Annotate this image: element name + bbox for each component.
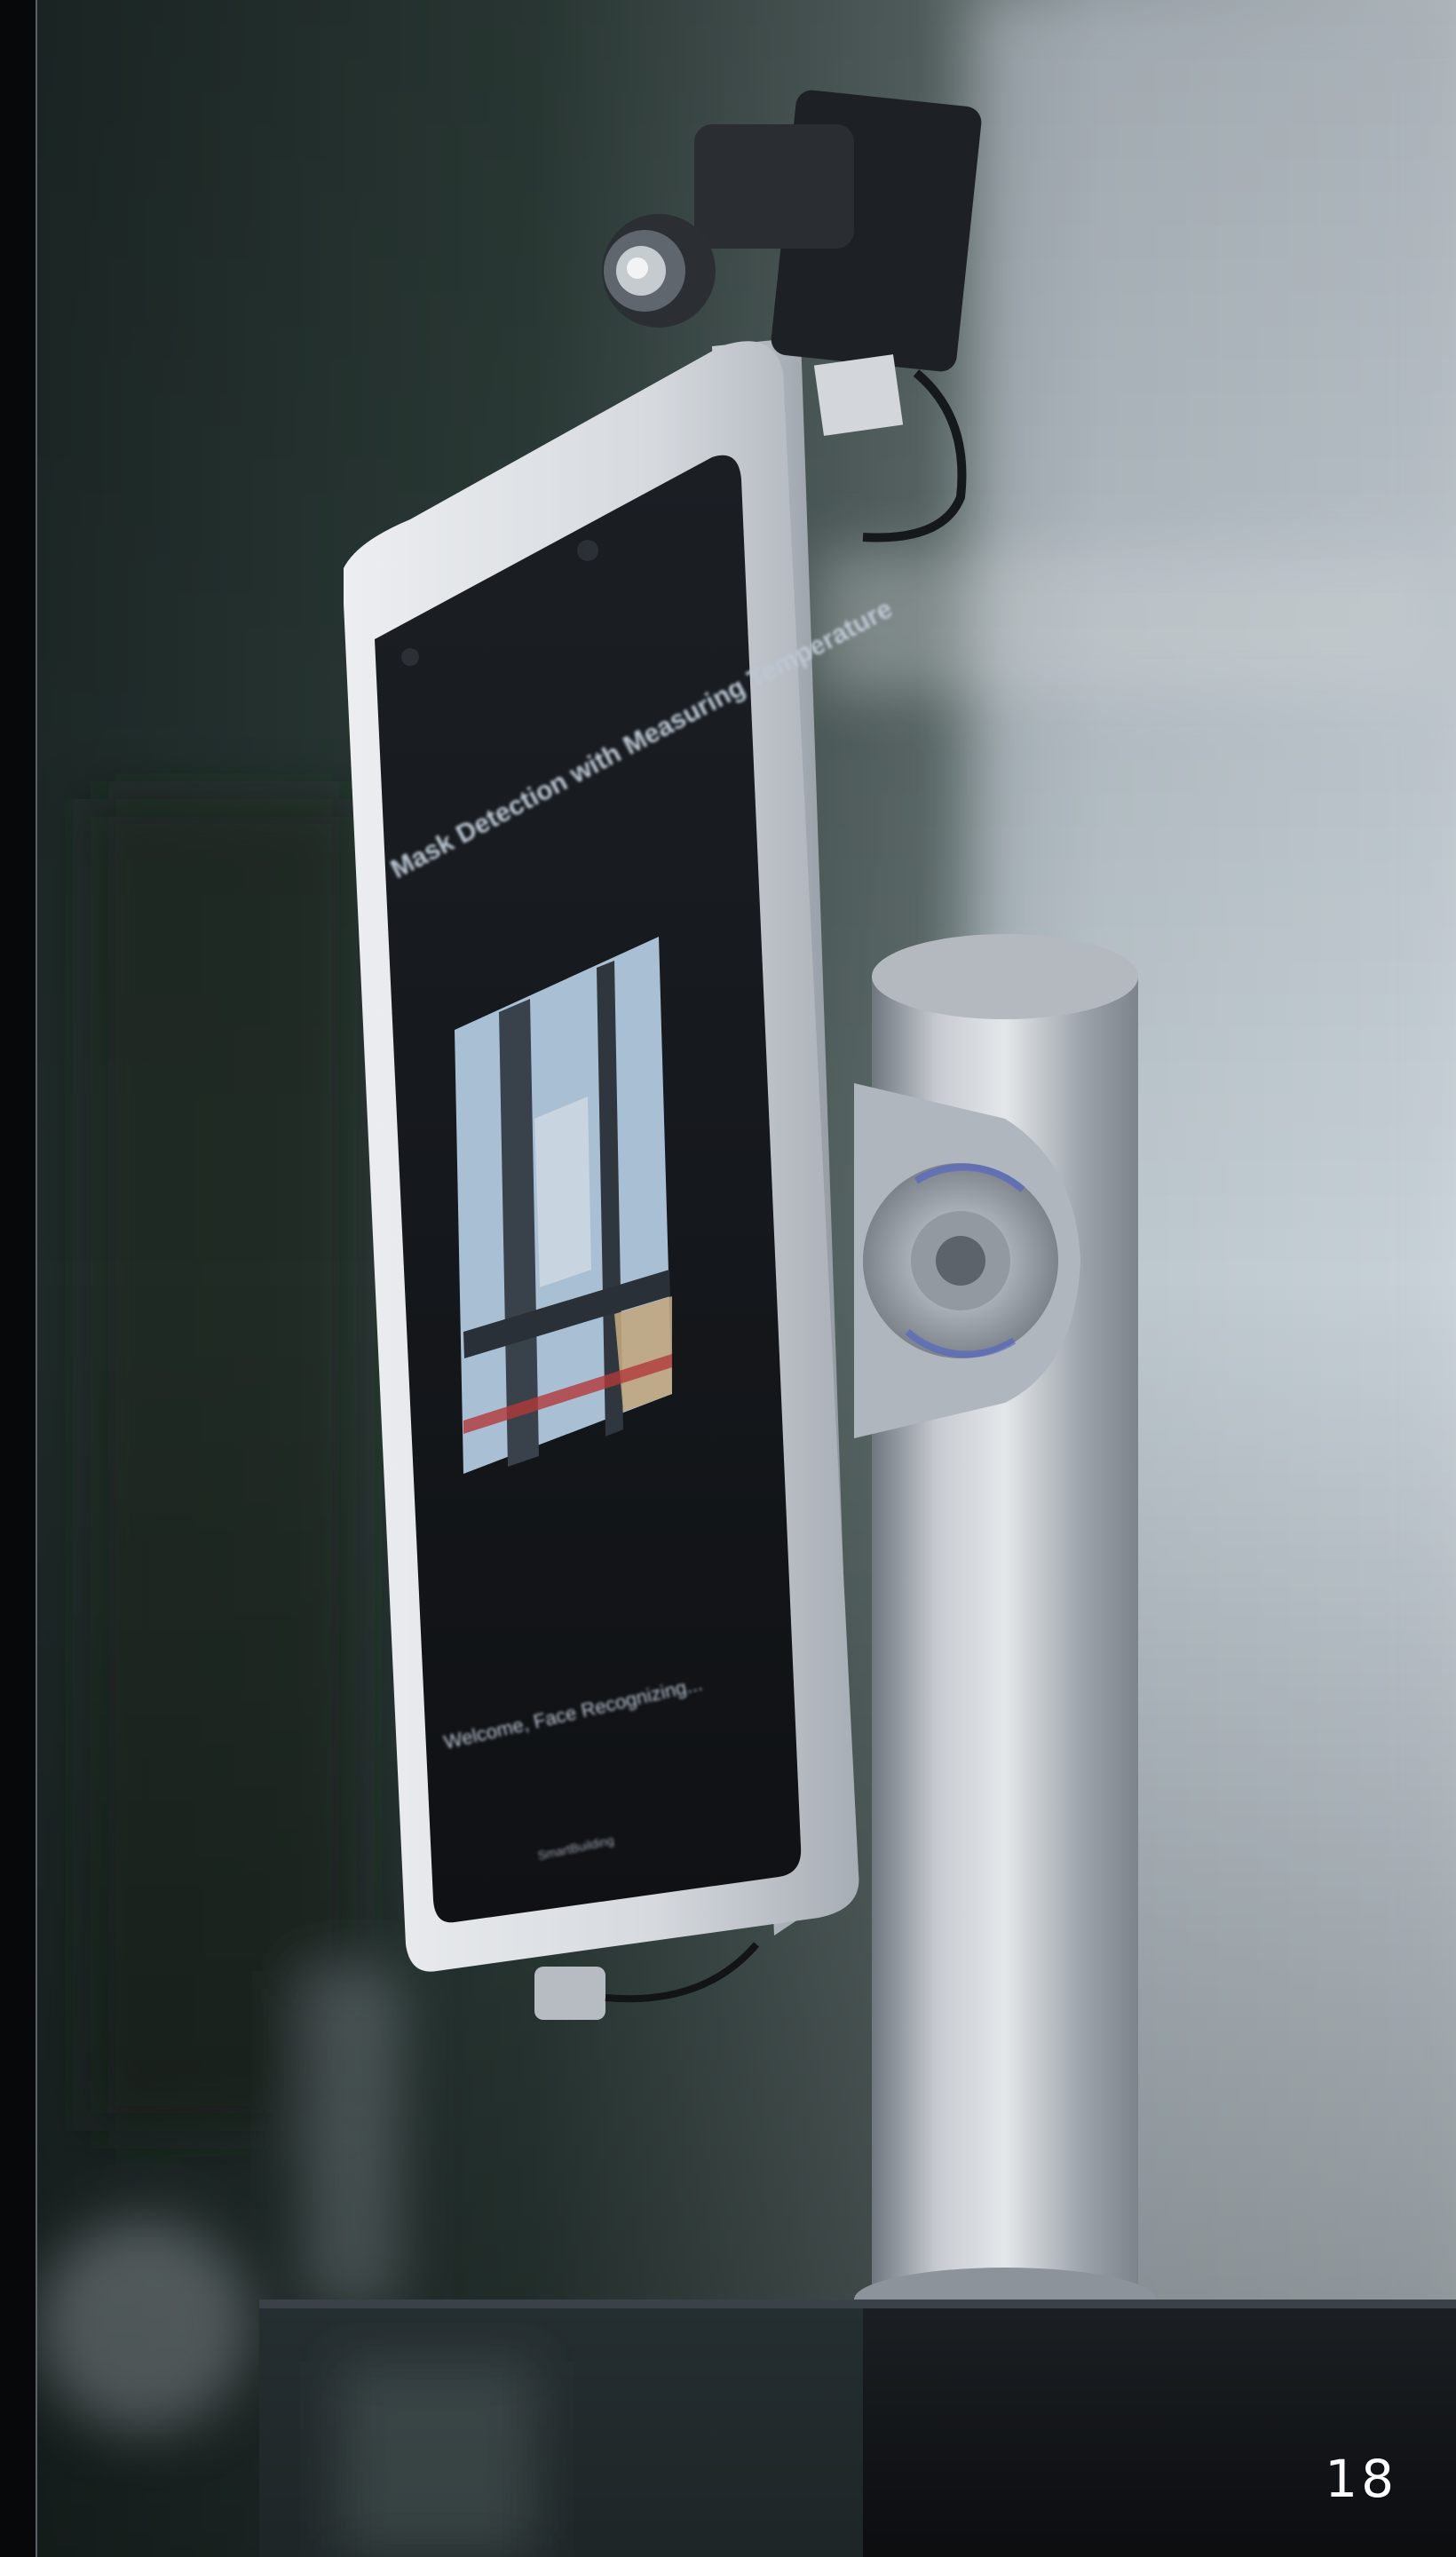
front-camera-dot-right <box>577 540 598 561</box>
page-number: 18 <box>1325 2449 1397 2509</box>
front-camera-dot-left <box>401 648 419 666</box>
screen-camera-preview <box>455 937 672 1474</box>
slide-page: Mask Detection with Measuring Temperatur… <box>0 0 1456 2557</box>
left-margin-strip <box>0 0 37 2557</box>
pedestal-base <box>259 2300 1456 2557</box>
photo-temperature-scanner: Mask Detection with Measuring Temperatur… <box>37 0 1456 2557</box>
